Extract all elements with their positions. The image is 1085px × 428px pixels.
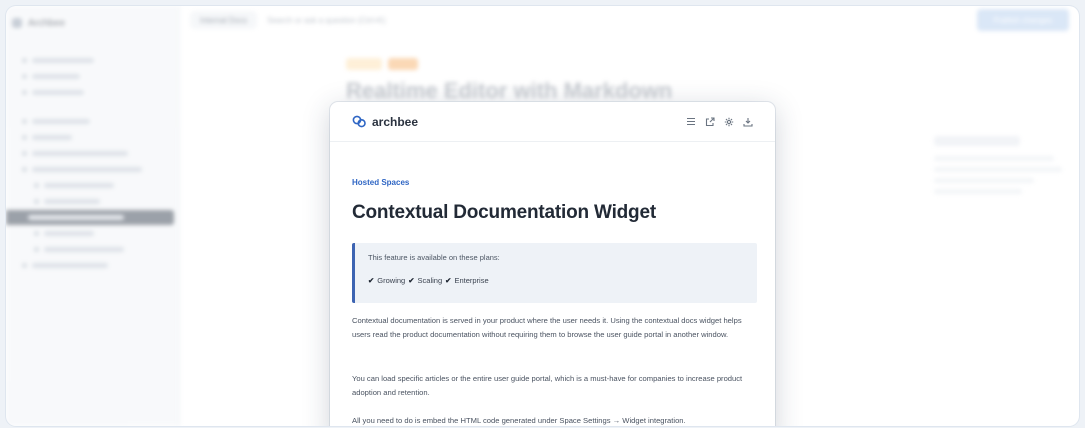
bullet-icon [34, 247, 39, 252]
sidebar-item[interactable] [12, 69, 173, 84]
sidebar-item[interactable] [12, 258, 173, 273]
bullet-icon [22, 58, 27, 63]
paragraph: All you need to do is embed the HTML cod… [352, 416, 686, 425]
plans-list: ✔ Growing ✔ Scaling ✔ Enterprise [368, 276, 757, 285]
widget-header: archbee [330, 102, 775, 142]
sidebar-item[interactable] [12, 194, 173, 209]
brand-name: archbee [372, 114, 419, 129]
sidebar-item[interactable] [12, 53, 173, 68]
doc-title: Realtime Editor with Markdown [346, 78, 673, 103]
space-selector[interactable]: Internal Docs [190, 11, 258, 29]
sidebar-item[interactable] [12, 146, 173, 161]
plan-label: Growing [377, 276, 406, 285]
paragraph: Contextual documentation is served in yo… [352, 316, 742, 339]
bullet-icon [22, 90, 27, 95]
tag [346, 58, 382, 70]
bullet-icon [34, 231, 39, 236]
download-icon[interactable] [742, 116, 753, 127]
bullet-icon [22, 119, 27, 124]
bullet-icon [22, 135, 27, 140]
sidebar-header[interactable]: Archbee [12, 10, 173, 36]
brand[interactable]: archbee [352, 115, 418, 129]
publish-button[interactable]: Publish changes [977, 9, 1069, 31]
sidebar-item[interactable] [12, 162, 173, 177]
checkmark-icon: ✔ [408, 276, 415, 285]
doc-tags [346, 58, 418, 70]
sidebar: Archbee [6, 6, 180, 426]
search-input[interactable]: Search or ask a question (Ctrl+K) [267, 16, 386, 25]
paragraph: You can load specific articles or the en… [352, 374, 743, 397]
bullet-icon [22, 263, 27, 268]
sidebar-item[interactable] [12, 242, 173, 257]
gear-icon[interactable] [723, 116, 734, 127]
header-actions [685, 116, 753, 127]
sidebar-item[interactable] [12, 114, 173, 129]
page-title: Contextual Documentation Widget [352, 202, 656, 223]
tag [388, 58, 418, 70]
checkmark-icon: ✔ [445, 276, 452, 285]
bullet-icon [34, 199, 39, 204]
sidebar-item[interactable] [12, 178, 173, 193]
table-of-contents [934, 136, 1064, 200]
sidebar-item[interactable] [12, 226, 173, 241]
plan-label: Enterprise [454, 276, 489, 285]
bullet-icon [22, 74, 27, 79]
top-bar: Internal Docs Search or ask a question (… [180, 6, 1079, 34]
logo-icon [12, 18, 22, 28]
sidebar-item-active[interactable] [6, 210, 174, 225]
callout-text: This feature is available on these plans… [368, 253, 500, 262]
bullet-icon [22, 167, 27, 172]
menu-icon[interactable] [685, 116, 696, 127]
breadcrumb[interactable]: Hosted Spaces [352, 178, 409, 187]
bullet-icon [34, 183, 39, 188]
sidebar-title: Archbee [28, 17, 66, 29]
widget-body: Hosted Spaces Contextual Documentation W… [352, 142, 757, 426]
plans-callout: This feature is available on these plans… [352, 243, 757, 303]
bullet-icon [22, 151, 27, 156]
sidebar-item[interactable] [12, 85, 173, 100]
plan-label: Scaling [417, 276, 443, 285]
checkmark-icon: ✔ [368, 276, 375, 285]
external-link-icon[interactable] [704, 116, 715, 127]
app-frame: Archbee Internal Docs Search or ask a qu… [6, 6, 1079, 426]
archbee-logo-icon [352, 115, 366, 128]
widget-card: archbee Hosted Spaces Contextual Documen [330, 102, 775, 426]
sidebar-item[interactable] [12, 130, 173, 145]
